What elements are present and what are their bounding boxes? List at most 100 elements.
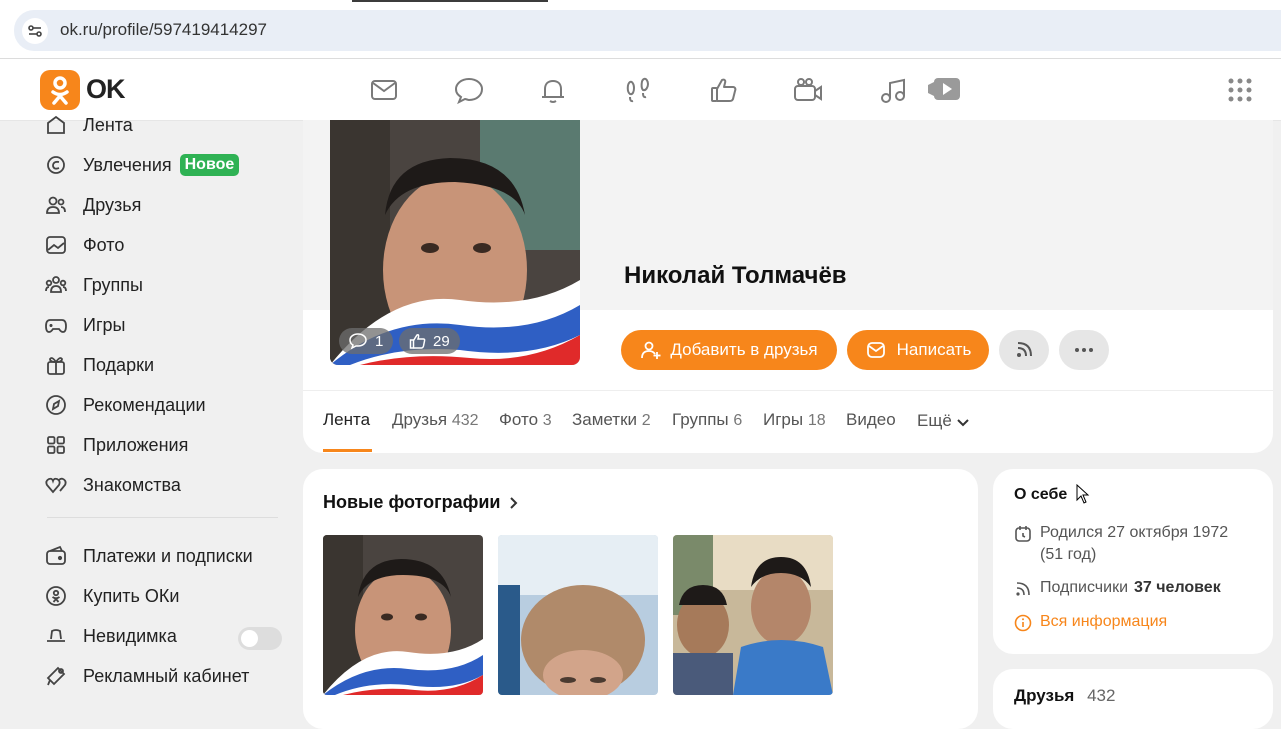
add-friend-button[interactable]: Добавить в друзья: [621, 330, 837, 370]
video-camera-icon[interactable]: [792, 74, 824, 106]
site-settings-icon[interactable]: [22, 18, 48, 44]
apps-icon: [44, 433, 68, 457]
megaphone-icon: [44, 664, 68, 688]
sidebar-item-label: Купить ОКи: [83, 585, 180, 606]
likes-count: 29: [433, 332, 450, 350]
about-title: О себе: [1014, 486, 1068, 503]
sidebar-item-ads-cabinet[interactable]: Рекламный кабинет: [44, 661, 284, 691]
tab-notes[interactable]: Заметки 2: [572, 410, 651, 430]
sidebar-item-friends[interactable]: Друзья: [44, 190, 284, 220]
calendar-icon: [1015, 526, 1031, 542]
message-icon: [866, 342, 885, 358]
new-photos-title[interactable]: Новые фотографии: [323, 492, 520, 513]
sidebar-item-label: Увлечения: [83, 154, 172, 175]
subscribers-label: Подписчики: [1040, 579, 1129, 596]
music-icon[interactable]: [877, 74, 909, 106]
sidebar-item-payments[interactable]: Платежи и подписки: [44, 541, 284, 571]
subscribers-info[interactable]: Подписчики 37 человек: [1014, 579, 1221, 598]
tab-feed[interactable]: Лента: [323, 410, 370, 430]
birth-info: Родился 27 октября 1972 (51 год): [1014, 524, 1228, 564]
sidebar-item-groups[interactable]: Группы: [44, 270, 284, 300]
profile-name: Николай Толмачёв: [624, 262, 847, 289]
like-icon: [409, 334, 426, 349]
mouse-cursor-icon: [1076, 483, 1090, 504]
info-icon: [1014, 614, 1032, 632]
subscribe-button[interactable]: [999, 330, 1049, 370]
compass-icon: [44, 393, 68, 417]
mail-icon[interactable]: [368, 74, 400, 106]
photo-thumbnail[interactable]: [673, 535, 833, 695]
sidebar-item-label: Лента: [83, 114, 133, 135]
sidebar-item-label: Рекламный кабинет: [83, 665, 250, 686]
sidebar-item-recommendations[interactable]: Рекомендации: [44, 390, 284, 420]
tab-more[interactable]: Ещё: [917, 411, 970, 431]
likes-pill[interactable]: 29: [399, 328, 460, 354]
tab-games[interactable]: Игры 18: [763, 410, 826, 430]
birth-date: Родился 27 октября 1972: [1040, 524, 1229, 541]
sidebar-item-label: Фото: [83, 234, 125, 255]
new-badge: Новое: [179, 154, 240, 176]
age: (51 год): [1040, 546, 1097, 563]
friends-icon: [44, 193, 68, 217]
wallet-icon: [44, 544, 68, 568]
hobby-icon: [44, 153, 68, 177]
sidebar-item-label: Друзья: [83, 194, 142, 215]
bell-icon[interactable]: [537, 74, 569, 106]
chat-icon[interactable]: [453, 74, 485, 106]
photo-thumbnail[interactable]: [323, 535, 483, 695]
sidebar-item-games[interactable]: Игры: [44, 310, 284, 340]
sidebar-item-photos[interactable]: Фото: [44, 230, 284, 260]
sidebar-item-gifts[interactable]: Подарки: [44, 350, 284, 380]
message-label: Написать: [896, 340, 972, 359]
groups-icon: [44, 273, 68, 297]
more-dots-icon: [1075, 348, 1093, 352]
rss-icon: [1016, 582, 1030, 596]
chevron-right-icon: [510, 496, 518, 509]
sidebar-item-label: Приложения: [83, 434, 189, 455]
video-play-icon[interactable]: [926, 72, 962, 108]
rss-icon: [1017, 342, 1032, 357]
coin-icon: [44, 584, 68, 608]
photo-thumbnail[interactable]: [498, 535, 658, 695]
footprints-icon[interactable]: [622, 74, 654, 106]
chevron-down-icon: [957, 418, 969, 426]
sidebar-item-label: Знакомства: [83, 474, 181, 495]
sidebar-item-label: Рекомендации: [83, 394, 206, 415]
sidebar-item-dating[interactable]: Знакомства: [44, 470, 284, 500]
sidebar-item-hobbies[interactable]: Увлечения Новое: [44, 150, 284, 180]
sidebar-item-label: Группы: [83, 274, 143, 295]
comments-pill[interactable]: 1: [339, 328, 394, 354]
add-friend-label: Добавить в друзья: [670, 340, 818, 359]
invisible-icon: [44, 624, 68, 648]
ok-logo-icon[interactable]: [40, 70, 80, 110]
comment-icon: [349, 333, 367, 350]
tab-friends[interactable]: Друзья 432: [392, 410, 479, 430]
tab-groups[interactable]: Группы 6: [672, 410, 742, 430]
photo-icon: [44, 233, 68, 257]
tab-photos[interactable]: Фото 3: [499, 410, 552, 430]
friends-card-title: Друзья: [1014, 686, 1075, 705]
thumbs-up-icon[interactable]: [708, 74, 740, 106]
message-button[interactable]: Написать: [847, 330, 989, 370]
gift-icon: [44, 353, 68, 377]
friends-card-count: 432: [1087, 686, 1116, 705]
active-tab-indicator: [352, 0, 548, 2]
add-user-icon: [641, 341, 661, 359]
sidebar-item-buy-oks[interactable]: Купить ОКи: [44, 581, 284, 611]
url-text[interactable]: ok.ru/profile/597419414297: [60, 20, 267, 40]
tab-video[interactable]: Видео: [846, 410, 896, 430]
apps-grid-icon[interactable]: [1228, 78, 1252, 102]
more-options-button[interactable]: [1059, 330, 1109, 370]
sidebar-item-label: Невидимка: [83, 625, 177, 646]
sidebar-item-label: Игры: [83, 314, 126, 335]
subscribers-value: 37 человек: [1134, 579, 1221, 596]
sidebar-item-label: Платежи и подписки: [83, 545, 253, 566]
gamepad-icon: [44, 313, 68, 337]
active-tab-underline: [323, 449, 372, 452]
sidebar-item-apps[interactable]: Приложения: [44, 430, 284, 460]
sidebar-item-feed[interactable]: Лента: [44, 110, 284, 140]
friends-card-header[interactable]: Друзья 432: [1014, 686, 1115, 706]
ok-logo-text[interactable]: OK: [86, 74, 125, 105]
all-info-link[interactable]: Вся информация: [1014, 613, 1167, 632]
home-icon: [44, 113, 68, 137]
